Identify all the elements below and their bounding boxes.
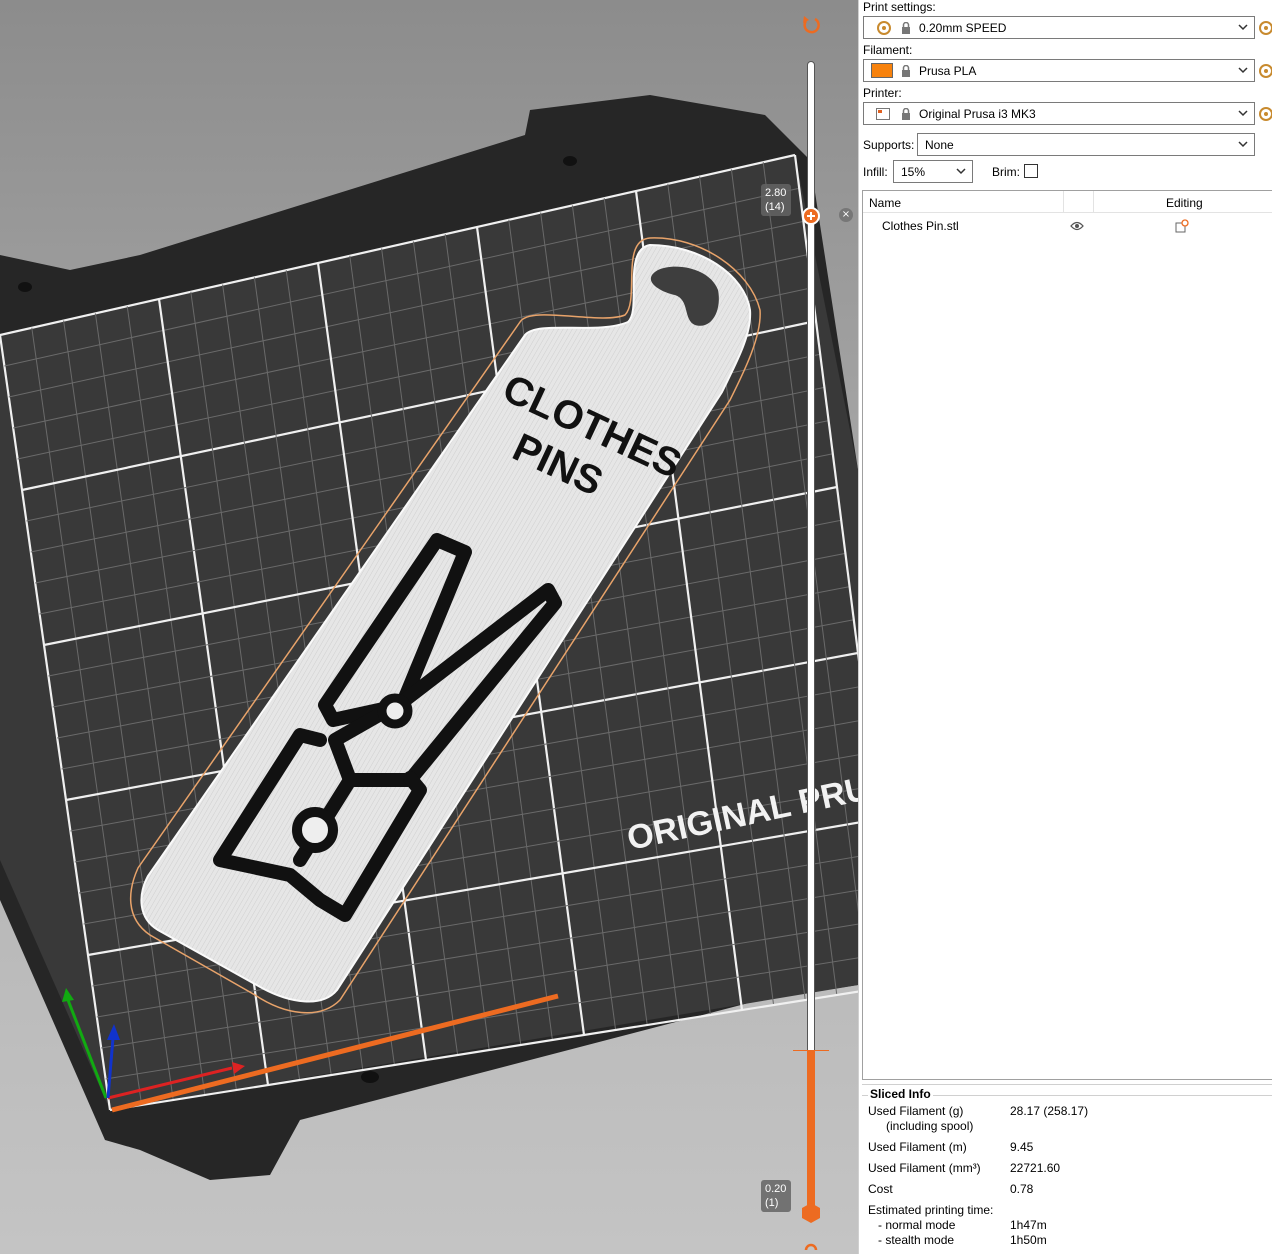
used-filament-mm3-value: 22721.60 bbox=[1010, 1161, 1061, 1175]
column-separator bbox=[1063, 191, 1064, 213]
chevron-down-icon bbox=[1238, 24, 1248, 31]
cost-label: Cost bbox=[868, 1182, 893, 1196]
infill-value: 15% bbox=[901, 165, 926, 179]
column-separator bbox=[1093, 191, 1094, 213]
layer-slider-marker bbox=[793, 1050, 829, 1051]
print-settings-edit-gear-icon[interactable] bbox=[1259, 21, 1272, 35]
filament-combo[interactable]: Prusa PLA bbox=[863, 59, 1255, 82]
infill-combo[interactable]: 15% bbox=[893, 160, 973, 183]
printer-combo[interactable]: Original Prusa i3 MK3 bbox=[863, 102, 1255, 125]
bed-screw-hole bbox=[361, 1071, 379, 1083]
used-filament-m-label: Used Filament (m) bbox=[868, 1140, 967, 1154]
print-time-label: Estimated printing time: bbox=[868, 1203, 994, 1217]
bottom-height-value: 0.20 bbox=[765, 1183, 787, 1195]
lock-icon bbox=[902, 65, 910, 77]
object-list[interactable]: Name Editing Clothes Pin.stl bbox=[862, 190, 1272, 1080]
lock-icon bbox=[902, 108, 910, 120]
column-header-name[interactable]: Name bbox=[869, 196, 901, 210]
3d-viewport[interactable]: ORIGINAL PRU CLOTHES PINS 2.80 (14) 0.20… bbox=[0, 0, 858, 1254]
list-item[interactable]: Clothes Pin.stl bbox=[863, 215, 1272, 237]
chevron-down-icon bbox=[1238, 110, 1248, 117]
normal-mode-label: - normal mode bbox=[878, 1218, 956, 1232]
layer-slider-track[interactable] bbox=[807, 61, 815, 1217]
chevron-down-icon bbox=[1238, 67, 1248, 74]
cycle-icon[interactable] bbox=[803, 1240, 819, 1254]
filament-value: Prusa PLA bbox=[919, 64, 977, 78]
supports-combo[interactable]: None bbox=[917, 133, 1255, 156]
object-list-header: Name Editing bbox=[863, 191, 1272, 213]
print-settings-value: 0.20mm SPEED bbox=[919, 21, 1007, 35]
filament-color-swatch bbox=[871, 63, 893, 78]
printer-edit-gear-icon[interactable] bbox=[1259, 107, 1272, 121]
edit-settings-icon[interactable] bbox=[1175, 219, 1189, 233]
brim-label: Brim: bbox=[992, 165, 1020, 179]
reset-undo-icon[interactable] bbox=[800, 14, 822, 36]
stealth-mode-value: 1h50m bbox=[1010, 1233, 1047, 1247]
infill-label: Infill: bbox=[863, 165, 888, 179]
print-settings-combo[interactable]: 0.20mm SPEED bbox=[863, 16, 1255, 39]
filament-edit-gear-icon[interactable] bbox=[1259, 64, 1272, 78]
used-filament-g-label: Used Filament (g) bbox=[868, 1104, 964, 1118]
object-name: Clothes Pin.stl bbox=[882, 219, 959, 233]
used-filament-g-value: 28.17 (258.17) bbox=[1010, 1104, 1089, 1118]
lock-icon bbox=[902, 22, 910, 34]
slider-close-icon[interactable]: × bbox=[839, 208, 853, 222]
preset-system-icon bbox=[877, 21, 891, 35]
bottom-layer-number: (1) bbox=[765, 1197, 779, 1209]
printer-value: Original Prusa i3 MK3 bbox=[919, 107, 1036, 121]
printer-label: Printer: bbox=[863, 86, 902, 100]
top-layer-number: (14) bbox=[765, 201, 785, 213]
top-height-value: 2.80 bbox=[765, 187, 787, 199]
used-filament-g-sub-label: (including spool) bbox=[886, 1119, 974, 1133]
supports-value: None bbox=[925, 138, 954, 152]
supports-label: Supports: bbox=[863, 138, 915, 152]
eye-icon[interactable] bbox=[1070, 221, 1084, 231]
layer-slider-top-label: 2.80 (14) bbox=[761, 184, 791, 216]
clothes-pin-spring-circle bbox=[377, 693, 413, 729]
sliced-info-panel: Sliced Info Used Filament (g) (including… bbox=[862, 1084, 1272, 1254]
clothes-pin-hinge-circle bbox=[292, 807, 338, 853]
cost-value: 0.78 bbox=[1010, 1182, 1034, 1196]
layer-slider-bottom-label: 0.20 (1) bbox=[761, 1180, 791, 1212]
layer-slider-top-thumb[interactable] bbox=[802, 207, 820, 225]
used-filament-mm3-label: Used Filament (mm³) bbox=[868, 1161, 981, 1175]
stealth-mode-label: - stealth mode bbox=[878, 1233, 955, 1247]
chevron-down-icon bbox=[956, 168, 966, 175]
sliced-info-title: Sliced Info bbox=[868, 1087, 933, 1101]
bed-screw-hole bbox=[563, 156, 577, 166]
filament-label: Filament: bbox=[863, 43, 913, 57]
column-header-editing[interactable]: Editing bbox=[1166, 196, 1203, 210]
used-filament-m-value: 9.45 bbox=[1010, 1140, 1034, 1154]
normal-mode-value: 1h47m bbox=[1010, 1218, 1047, 1232]
printer-icon bbox=[876, 108, 890, 120]
sidebar-panel: Print settings: 0.20mm SPEED Filament: P… bbox=[858, 0, 1272, 1254]
bed-screw-hole bbox=[18, 282, 32, 292]
chevron-down-icon bbox=[1238, 141, 1248, 148]
layer-slider-fill bbox=[807, 1051, 815, 1211]
print-settings-label: Print settings: bbox=[863, 0, 936, 14]
brim-checkbox[interactable] bbox=[1024, 164, 1038, 178]
print-bed-scene[interactable]: ORIGINAL PRU CLOTHES PINS bbox=[0, 0, 858, 1254]
